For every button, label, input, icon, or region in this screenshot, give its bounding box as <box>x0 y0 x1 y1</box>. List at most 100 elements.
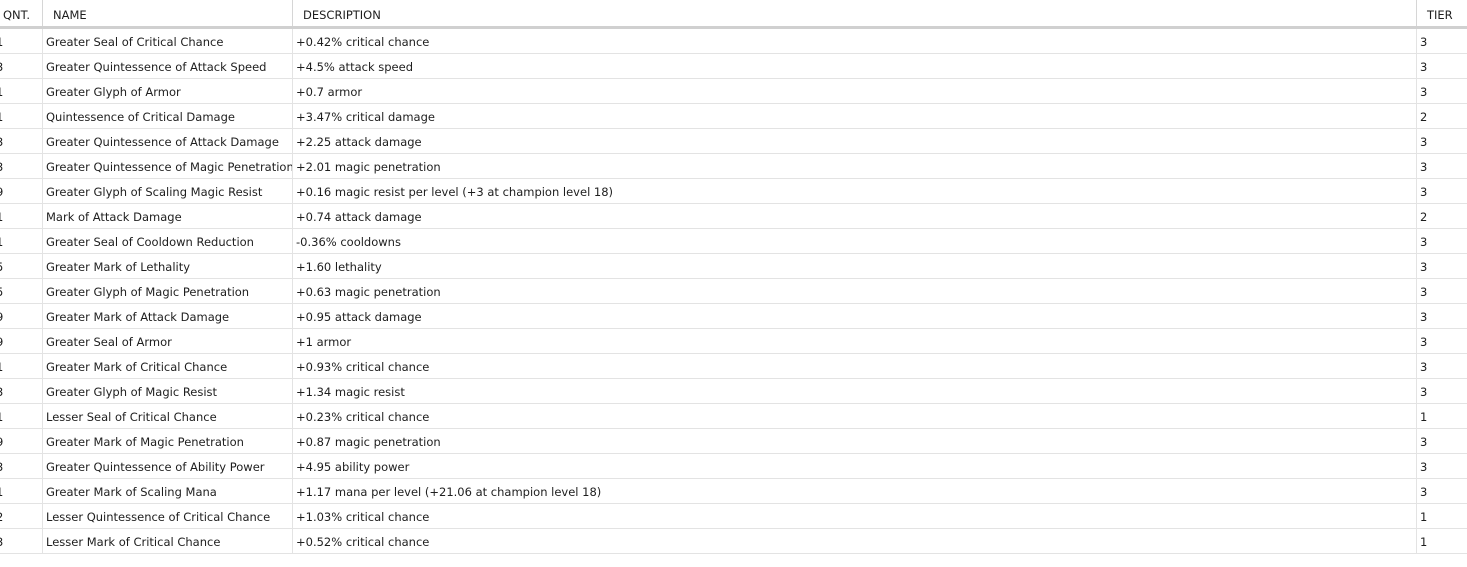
cell-description: -0.36% cooldowns <box>296 235 401 249</box>
cell-qnt: 3 <box>0 154 42 178</box>
cell-tier: 3 <box>1420 235 1428 249</box>
cell-qnt: 2 <box>0 504 42 528</box>
cell-name: Greater Mark of Lethality <box>46 260 191 274</box>
column-header-qnt[interactable]: QNT. <box>0 0 42 26</box>
cell-description: +0.16 magic resist per level (+3 at cham… <box>296 185 614 199</box>
cell-qnt-value: 3 <box>0 529 3 553</box>
cell-description: +0.74 attack damage <box>296 210 422 224</box>
table-body: 1 Greater Seal of Critical Chance +0.42% c… <box>0 29 1467 554</box>
cell-tier: 1 <box>1420 535 1428 549</box>
cell-qnt-value: 3 <box>0 54 3 78</box>
cell-tier: 1 <box>1420 410 1428 424</box>
table-row[interactable]: 9 Greater Seal of Armor +1 armor 3 <box>0 329 1467 354</box>
cell-name: Greater Mark of Critical Chance <box>46 360 228 374</box>
cell-name: Greater Mark of Scaling Mana <box>46 485 217 499</box>
cell-description: +3.47% critical damage <box>296 110 435 124</box>
table-row[interactable]: 1 Quintessence of Critical Damage +3.47% c… <box>0 104 1467 129</box>
cell-qnt-value: 9 <box>0 429 3 453</box>
table-row[interactable]: 1 Greater Mark of Critical Chance +0.93% c… <box>0 354 1467 379</box>
cell-name: Greater Quintessence of Attack Damage <box>46 135 279 149</box>
cell-name: Lesser Quintessence of Critical Chance <box>46 510 271 524</box>
cell-tier: 3 <box>1420 160 1428 174</box>
cell-name: Greater Glyph of Magic Resist <box>46 385 218 399</box>
table-row[interactable]: 1 Greater Mark of Scaling Mana +1.17 mana … <box>0 479 1467 504</box>
table-row[interactable]: 3 Greater Quintessence of Attack Damage +2… <box>0 129 1467 154</box>
column-header-tier[interactable]: TIER <box>1417 0 1467 26</box>
cell-name: Greater Glyph of Magic Penetration <box>46 285 250 299</box>
cell-qnt-value: 1 <box>0 479 3 503</box>
cell-name: Quintessence of Critical Damage <box>46 110 235 124</box>
table-row[interactable]: 3 Greater Glyph of Magic Resist +1.34 magi… <box>0 379 1467 404</box>
table-row[interactable]: 1 Mark of Attack Damage +0.74 attack damag… <box>0 204 1467 229</box>
cell-name: Greater Mark of Attack Damage <box>46 310 230 324</box>
cell-name: Mark of Attack Damage <box>46 210 182 224</box>
column-header-description[interactable]: DESCRIPTION <box>293 0 1416 26</box>
column-header-name[interactable]: NAME <box>43 0 292 26</box>
cell-description: +0.95 attack damage <box>296 310 422 324</box>
cell-qnt: 1 <box>0 354 42 378</box>
cell-tier: 3 <box>1420 485 1428 499</box>
cell-description: +0.93% critical chance <box>296 360 430 374</box>
table-row[interactable]: 1 Greater Seal of Critical Chance +0.42% c… <box>0 29 1467 54</box>
cell-name: Greater Seal of Armor <box>46 335 172 349</box>
cell-qnt: 5 <box>0 279 42 303</box>
table-row[interactable]: 9 Greater Mark of Magic Penetration +0.87 … <box>0 429 1467 454</box>
table-row[interactable]: 5 Greater Glyph of Magic Penetration +0.63… <box>0 279 1467 304</box>
cell-description: +0.7 armor <box>296 85 363 99</box>
cell-qnt: 3 <box>0 454 42 478</box>
cell-qnt: 5 <box>0 254 42 278</box>
cell-tier: 3 <box>1420 185 1428 199</box>
cell-qnt-value: 1 <box>0 229 3 253</box>
cell-tier: 3 <box>1420 460 1428 474</box>
table-row[interactable]: 1 Lesser Seal of Critical Chance +0.23% cr… <box>0 404 1467 429</box>
cell-qnt: 3 <box>0 379 42 403</box>
table-row[interactable]: 5 Greater Mark of Lethality +1.60 lethalit… <box>0 254 1467 279</box>
table-row[interactable]: 3 Greater Quintessence of Attack Speed +4.… <box>0 54 1467 79</box>
cell-description: +1 armor <box>296 335 352 349</box>
cell-tier: 1 <box>1420 510 1428 524</box>
cell-description: +1.34 magic resist <box>296 385 405 399</box>
cell-tier: 3 <box>1420 135 1428 149</box>
cell-tier: 3 <box>1420 310 1428 324</box>
cell-tier: 3 <box>1420 85 1428 99</box>
cell-name: Greater Seal of Cooldown Reduction <box>46 235 254 249</box>
cell-qnt: 1 <box>0 204 42 228</box>
cell-name: Greater Quintessence of Ability Power <box>46 460 265 474</box>
table-row[interactable]: 1 Greater Glyph of Armor +0.7 armor 3 <box>0 79 1467 104</box>
runes-table: QNT. NAME DESCRIPTION TIER 1 Greater Seal… <box>0 0 1467 554</box>
cell-qnt: 3 <box>0 129 42 153</box>
cell-qnt: 9 <box>0 179 42 203</box>
cell-name: Greater Seal of Critical Chance <box>46 35 224 49</box>
table-row[interactable]: 3 Greater Quintessence of Magic Penetrati… <box>0 154 1467 179</box>
cell-name: Greater Glyph of Scaling Magic Resist <box>46 185 263 199</box>
cell-qnt: 1 <box>0 229 42 253</box>
cell-qnt-value: 3 <box>0 379 3 403</box>
cell-tier: 3 <box>1420 360 1428 374</box>
cell-name: Lesser Seal of Critical Chance <box>46 410 217 424</box>
cell-qnt-value: 1 <box>0 104 3 128</box>
cell-qnt-value: 3 <box>0 154 3 178</box>
cell-qnt-value: 9 <box>0 304 3 328</box>
table-row[interactable]: 3 Greater Quintessence of Ability Power +4… <box>0 454 1467 479</box>
cell-name: Lesser Mark of Critical Chance <box>46 535 221 549</box>
cell-qnt-value: 9 <box>0 329 3 353</box>
cell-qnt-value: 5 <box>0 254 3 278</box>
table-row[interactable]: 2 Lesser Quintessence of Critical Chance +… <box>0 504 1467 529</box>
table-row[interactable]: 9 Greater Mark of Attack Damage +0.95 atta… <box>0 304 1467 329</box>
cell-tier: 3 <box>1420 335 1428 349</box>
cell-description: +2.25 attack damage <box>296 135 422 149</box>
table-row[interactable]: 1 Greater Seal of Cooldown Reduction -0.36… <box>0 229 1467 254</box>
cell-qnt-value: 9 <box>0 179 3 203</box>
cell-tier: 3 <box>1420 60 1428 74</box>
cell-qnt: 3 <box>0 529 42 553</box>
cell-qnt: 1 <box>0 29 42 53</box>
table-row[interactable]: 3 Lesser Mark of Critical Chance +0.52% cr… <box>0 529 1467 554</box>
cell-description: +0.63 magic penetration <box>296 285 441 299</box>
cell-description: +1.17 mana per level (+21.06 at champion… <box>296 485 602 499</box>
cell-qnt: 9 <box>0 429 42 453</box>
table-row[interactable]: 9 Greater Glyph of Scaling Magic Resist +0… <box>0 179 1467 204</box>
cell-tier: 3 <box>1420 35 1428 49</box>
cell-description: +0.42% critical chance <box>296 35 430 49</box>
cell-description: +4.95 ability power <box>296 460 410 474</box>
cell-name: Greater Quintessence of Attack Speed <box>46 60 267 74</box>
